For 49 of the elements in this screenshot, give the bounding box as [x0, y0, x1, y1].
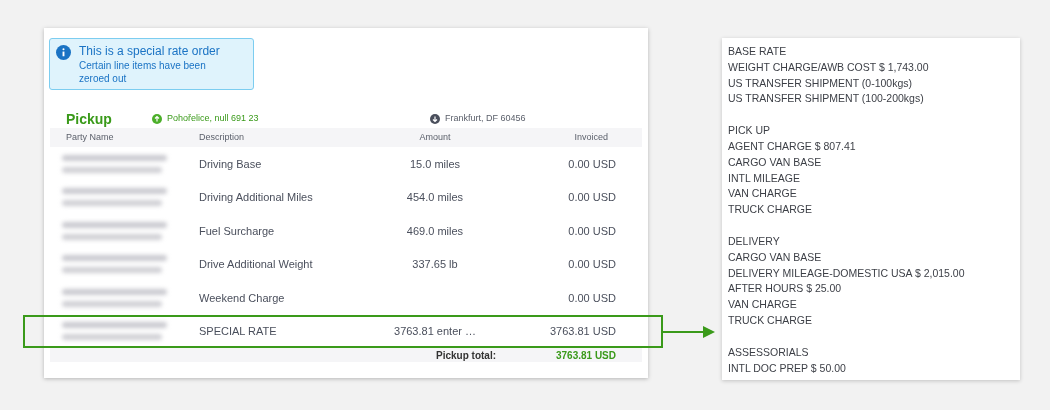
note-line: VAN CHARGE [728, 297, 798, 313]
note-line: DELIVERY MILEAGE-DOMESTIC USA $ 2,015.00 [728, 265, 966, 281]
invoiced-cell-text: 0.00 USD [568, 257, 616, 272]
amount-cell-text: 469.0 miles [406, 223, 464, 239]
description-cell: Drive Additional Weight [199, 258, 313, 270]
invoiced-cell-text: 0.00 USD [568, 190, 616, 205]
invoiced-cell-text: 3763.81 USD [549, 324, 616, 339]
column-header: Description [199, 131, 245, 142]
note-line: CARGO VAN BASE [728, 249, 823, 265]
note-line: AGENT CHARGE $ 807.41 [728, 139, 857, 154]
note-heading: ASSESSORIALS [728, 344, 810, 360]
origin-location: Pohořelice, null 691 23 [167, 112, 260, 126]
column-header: Amount [419, 130, 451, 144]
note-line: US TRANSFER SHIPMENT (100-200kgs) [728, 91, 925, 107]
banner-title: This is a special rate order [79, 43, 221, 59]
note-heading: BASE RATE [728, 44, 788, 59]
banner-message: Certain line items have been zeroed out [79, 59, 207, 85]
note-line: US TRANSFER SHIPMENT (0-100kgs) [728, 75, 913, 91]
note-line: INTL DOC PREP $ 50.00 [728, 360, 847, 376]
description-cell: Weekend Charge [199, 291, 285, 304]
column-header: Party Name [66, 131, 114, 142]
description-cell: Driving Additional Miles [199, 191, 313, 203]
note-heading: PICK UP [728, 123, 771, 139]
column-header: Invoiced [574, 130, 608, 144]
note-line: INTL MILEAGE [728, 170, 801, 186]
note-line: TRUCK CHARGE [728, 202, 813, 218]
up-arrow-icon [152, 114, 162, 124]
description-cell: Fuel Surcharge [199, 224, 275, 237]
note-heading: DELIVERY [728, 233, 781, 249]
amount-cell-text: 337.65 lb [412, 257, 458, 272]
section-title: Pickup [66, 109, 113, 129]
total-value: 3763.81 USD [555, 348, 616, 363]
amount-cell-text: 15.0 miles [409, 156, 461, 172]
invoiced-cell-text: 0.00 USD [568, 156, 616, 172]
invoiced-cell-text: 0.00 USD [568, 290, 616, 306]
note-line: AFTER HOURS $ 25.00 [728, 281, 843, 297]
note-line: CARGO VAN BASE [728, 154, 823, 170]
description-cell: Driving Base [199, 157, 262, 170]
total-label: Pickup total: [436, 348, 496, 363]
destination-location: Frankfurt, DF 60456 [445, 112, 526, 126]
note-line: TRUCK CHARGE [728, 312, 813, 328]
invoiced-cell-text: 0.00 USD [568, 223, 616, 239]
description-cell: SPECIAL RATE [199, 325, 277, 337]
down-arrow-icon [430, 114, 440, 124]
note-line: WEIGHT CHARGE/AWB COST $ 1,743.00 [728, 59, 930, 75]
info-icon [56, 45, 71, 60]
note-line: VAN CHARGE [728, 186, 798, 202]
amount-cell-text: 3763.81 enter … [394, 324, 476, 339]
amount-cell-text: 454.0 miles [406, 190, 464, 205]
